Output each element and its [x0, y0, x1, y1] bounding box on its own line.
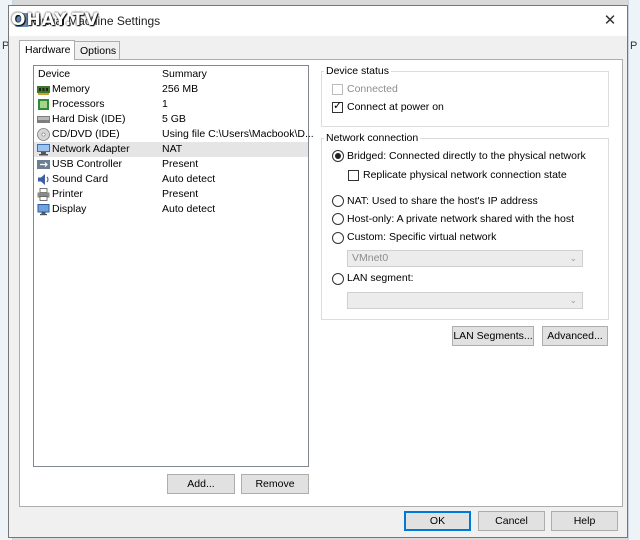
cancel-button[interactable]: Cancel — [478, 511, 545, 531]
host-only-radio[interactable] — [332, 213, 344, 225]
title-bar[interactable]: Virtual Machine Settings OHAY.TV ✕ — [9, 6, 627, 36]
lan-segment-radio[interactable] — [332, 273, 344, 285]
tab-options[interactable]: Options — [74, 41, 120, 60]
usb-icon — [37, 160, 50, 169]
device-row-printer[interactable]: Printer Present — [34, 187, 308, 202]
lan-segment-select[interactable]: ⌄ — [347, 292, 583, 309]
device-row-cd-dvd[interactable]: CD/DVD (IDE) Using file C:\Users\Macbook… — [34, 127, 314, 142]
replicate-state-checkbox[interactable] — [348, 170, 359, 181]
lan-segments-button[interactable]: LAN Segments... — [452, 326, 534, 346]
device-name: USB Controller — [52, 158, 123, 170]
connected-label: Connected — [347, 83, 398, 95]
connect-at-power-on-label: Connect at power on — [347, 101, 444, 113]
settings-dialog: Virtual Machine Settings OHAY.TV ✕ Hardw… — [8, 5, 628, 538]
device-row-sound-card[interactable]: Sound Card Auto detect — [34, 172, 308, 187]
chevron-down-icon: ⌄ — [569, 295, 577, 305]
ok-button[interactable]: OK — [404, 511, 471, 531]
device-name: Processors — [52, 98, 105, 110]
device-name: Printer — [52, 188, 83, 200]
device-row-memory[interactable]: Memory 256 MB — [34, 82, 308, 97]
device-status-title: Device status — [324, 65, 392, 77]
display-icon — [37, 204, 50, 216]
custom-label: Custom: Specific virtual network — [347, 231, 497, 243]
device-row-processors[interactable]: Processors 1 — [34, 97, 308, 112]
host-only-label: Host-only: A private network shared with… — [347, 213, 575, 225]
device-summary: Using file C:\Users\Macbook\D... — [162, 128, 314, 140]
connected-checkbox[interactable] — [332, 84, 343, 95]
background-app-text-right: P — [630, 40, 638, 52]
device-name: Hard Disk (IDE) — [52, 113, 126, 125]
hard-disk-icon — [37, 116, 50, 123]
device-summary: 1 — [162, 98, 168, 110]
background-app-right — [628, 0, 640, 540]
device-list-header: Device Summary — [34, 66, 308, 81]
sound-card-icon — [38, 174, 49, 185]
custom-network-value: VMnet0 — [352, 252, 389, 264]
device-summary: 256 MB — [162, 83, 199, 95]
bridged-label: Bridged: Connected directly to the physi… — [347, 150, 586, 162]
custom-radio[interactable] — [332, 232, 344, 244]
device-status-group — [321, 71, 609, 127]
device-row-display[interactable]: Display Auto detect — [34, 202, 308, 217]
replicate-state-label: Replicate physical network connection st… — [363, 169, 567, 181]
column-header-summary[interactable]: Summary — [162, 68, 207, 80]
device-row-network-adapter[interactable]: Network Adapter NAT — [34, 142, 308, 157]
help-button[interactable]: Help — [551, 511, 618, 531]
device-name: Display — [52, 203, 87, 215]
device-summary: Auto detect — [162, 173, 216, 185]
lan-segment-label: LAN segment: — [347, 272, 414, 284]
processor-icon — [38, 99, 49, 110]
advanced-button[interactable]: Advanced... — [542, 326, 608, 346]
check-icon: ✓ — [333, 100, 343, 112]
device-name: Memory — [52, 83, 90, 95]
connect-at-power-on-checkbox[interactable]: ✓ — [332, 100, 343, 113]
nat-radio[interactable] — [332, 195, 344, 207]
device-list[interactable]: Device Summary Memory 256 MB Processors … — [33, 65, 314, 467]
device-row-hard-disk[interactable]: Hard Disk (IDE) 5 GB — [34, 112, 308, 127]
device-summary: 5 GB — [162, 113, 186, 125]
remove-button[interactable]: Remove — [241, 474, 309, 494]
cd-dvd-icon — [37, 128, 50, 141]
device-summary: Present — [162, 158, 199, 170]
device-name: CD/DVD (IDE) — [52, 128, 120, 140]
printer-icon — [37, 188, 50, 201]
bridged-radio[interactable] — [332, 150, 344, 162]
device-summary: Present — [162, 188, 199, 200]
device-name: Sound Card — [52, 173, 109, 185]
custom-network-select[interactable]: VMnet0 ⌄ — [347, 250, 583, 267]
device-row-usb-controller[interactable]: USB Controller Present — [34, 157, 308, 172]
watermark-logo: OHAY.TV — [11, 10, 99, 30]
memory-icon — [37, 86, 50, 95]
radio-selected-dot — [335, 153, 341, 159]
chevron-down-icon: ⌄ — [569, 253, 577, 263]
device-summary: NAT — [162, 143, 183, 155]
column-header-device[interactable]: Device — [38, 68, 70, 80]
add-button[interactable]: Add... — [167, 474, 235, 494]
tab-hardware[interactable]: Hardware — [19, 40, 75, 60]
device-name: Network Adapter — [52, 143, 130, 155]
network-adapter-icon — [37, 144, 50, 156]
nat-label: NAT: Used to share the host's IP address — [347, 195, 538, 207]
close-icon[interactable]: ✕ — [597, 9, 623, 33]
device-summary: Auto detect — [162, 203, 216, 215]
network-connection-title: Network connection — [324, 132, 421, 144]
